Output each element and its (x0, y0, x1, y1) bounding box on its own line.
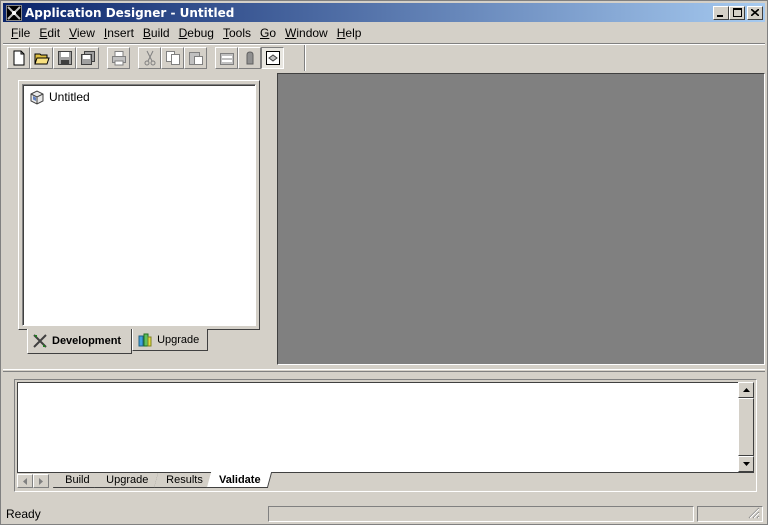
properties-button[interactable] (215, 46, 238, 69)
save-all-button[interactable] (76, 46, 99, 69)
close-button[interactable] (747, 5, 763, 20)
save-all-icon (80, 50, 95, 65)
upgrade-tab-icon (138, 333, 152, 346)
open-icon (33, 53, 50, 64)
maximize-icon (732, 8, 742, 17)
project-workspace-panel: Untitled (18, 80, 260, 330)
status-text: Ready (6, 506, 41, 521)
toggle-project-button[interactable] (261, 46, 284, 69)
new-button[interactable] (7, 46, 30, 69)
copy-icon (165, 50, 180, 65)
tab-scroll-left-button[interactable] (17, 474, 33, 488)
tab-development[interactable]: Development (27, 329, 133, 354)
print-button[interactable] (107, 46, 130, 69)
menu-tools[interactable]: Tools (219, 26, 256, 40)
properties-icon (219, 52, 234, 65)
standard-toolbar (7, 45, 305, 70)
save-button[interactable] (53, 46, 76, 69)
arrow-down-icon (742, 462, 750, 466)
cut-button[interactable] (138, 46, 161, 69)
output-tab-bar: Build Upgrade Results Validate (17, 472, 754, 489)
output-splitter[interactable] (3, 369, 765, 372)
toolbar-end-separator (304, 45, 306, 71)
development-icon (33, 334, 47, 348)
menu-help[interactable]: Help (333, 26, 367, 40)
open-button[interactable] (30, 46, 53, 69)
paste-icon (188, 51, 203, 65)
new-icon (13, 50, 24, 65)
tree-node-root[interactable]: Untitled (29, 89, 90, 105)
menu-debug[interactable]: Debug (175, 26, 219, 40)
output-window: Build Upgrade Results Validate (14, 379, 757, 492)
menu-window[interactable]: Window (281, 26, 333, 40)
menu-go[interactable]: Go (256, 26, 281, 40)
menu-build[interactable]: Build (139, 26, 175, 40)
app-designer-icon (6, 4, 22, 21)
close-icon (751, 9, 759, 16)
app-window: Application Designer - Untitled File Edi… (0, 0, 768, 525)
upgrade-icon (246, 50, 253, 64)
scroll-down-button[interactable] (738, 456, 754, 472)
tab-upgrade[interactable]: Upgrade (132, 329, 209, 351)
menu-file[interactable]: File (7, 26, 35, 40)
copy-button[interactable] (161, 46, 184, 69)
menu-bar: File Edit View Insert Build Debug Tools … (3, 23, 765, 43)
upgrade-button[interactable] (238, 46, 261, 69)
status-bar: Ready (3, 504, 765, 523)
project-tabs: Development Upgrade (27, 329, 209, 355)
output-text-area[interactable] (17, 382, 738, 472)
project-icon (30, 90, 44, 105)
mdi-workspace[interactable] (277, 73, 765, 365)
scroll-up-button[interactable] (738, 382, 754, 398)
save-icon (57, 50, 72, 65)
arrow-up-icon (742, 388, 750, 392)
tab-results[interactable]: Results (153, 473, 214, 488)
tab-scroll-right-button[interactable] (33, 474, 49, 488)
tab-output-upgrade[interactable]: Upgrade (94, 473, 160, 488)
arrow-left-icon (23, 477, 27, 485)
minimize-icon (717, 14, 723, 17)
tree-node-label: Untitled (49, 90, 90, 104)
output-vertical-scrollbar[interactable] (738, 382, 754, 472)
scroll-thumb[interactable] (738, 398, 754, 456)
tab-validate[interactable]: Validate (207, 472, 273, 488)
arrow-right-icon (39, 477, 43, 485)
toggle-project-icon (265, 50, 280, 65)
project-tree[interactable]: Untitled (22, 84, 256, 326)
status-panel-1 (268, 505, 694, 522)
menu-view[interactable]: View (65, 26, 100, 40)
title-bar[interactable]: Application Designer - Untitled (3, 3, 765, 22)
cut-icon (144, 50, 155, 65)
menu-edit[interactable]: Edit (35, 26, 65, 40)
menu-insert[interactable]: Insert (100, 26, 139, 40)
window-title: Application Designer - Untitled (25, 5, 235, 20)
paste-button[interactable] (184, 46, 207, 69)
resize-grip-icon[interactable] (748, 507, 760, 519)
minimize-button[interactable] (713, 5, 729, 20)
maximize-button[interactable] (729, 5, 745, 20)
print-icon (111, 50, 126, 65)
status-panel-2 (697, 505, 763, 522)
